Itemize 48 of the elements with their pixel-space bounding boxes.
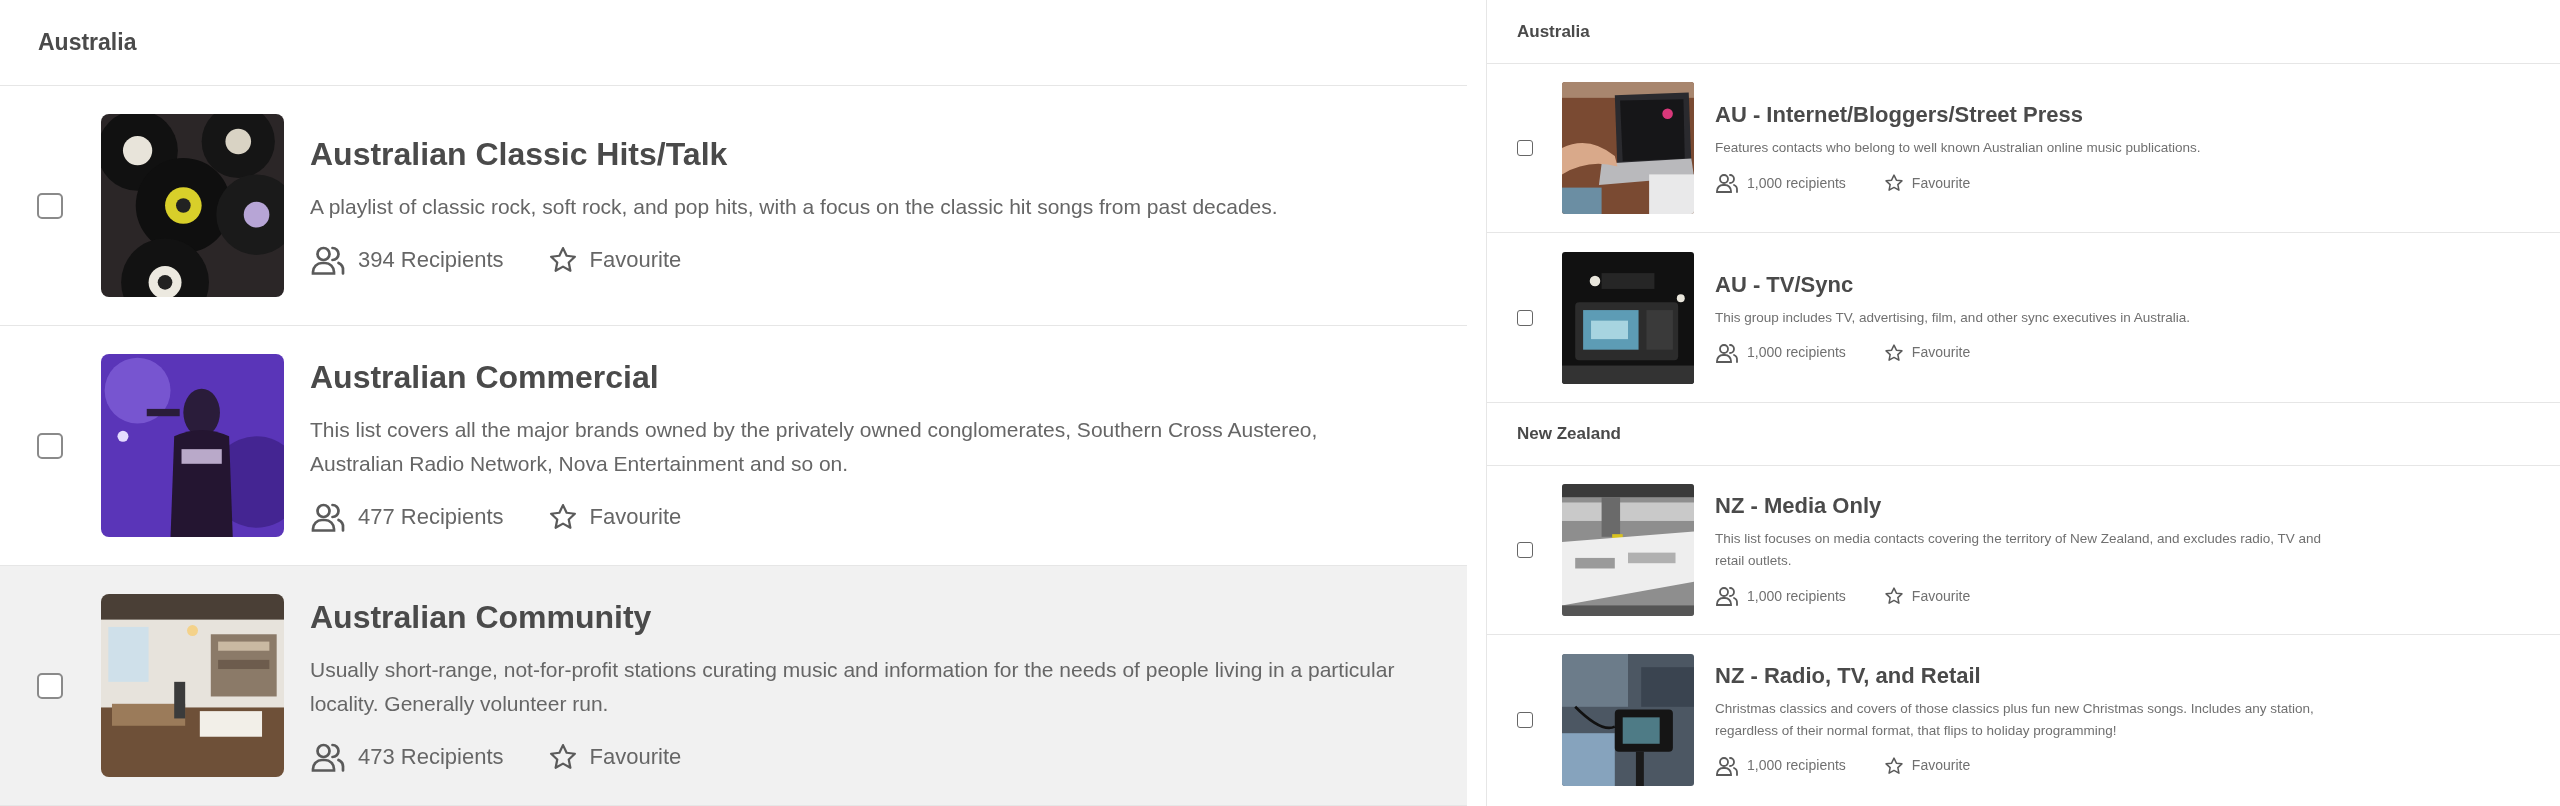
checkbox[interactable] [37,432,63,459]
favourite-button[interactable]: Favourite [1883,342,1971,363]
recipients-count: 1,000 recipients [1747,343,1846,362]
recipients-count: 1,000 recipients [1747,586,1846,606]
favourite-button[interactable]: Favourite [547,243,682,276]
recipients-count: 1,000 recipients [1747,756,1846,775]
favourite-button[interactable]: Favourite [1883,172,1971,194]
recipients-count: 477 Recipients [358,503,504,531]
users-icon [1715,584,1739,608]
list-title[interactable]: AU - TV/Sync [1715,270,1854,299]
list-row[interactable] [0,566,1467,806]
favourite-button[interactable]: Favourite [547,500,682,533]
list-description: This group includes TV, advertising, film, and other sync executives in Australia. [1715,308,2191,327]
favourite-button[interactable]: Favourite [1883,755,1971,776]
list-description: Christmas classics and covers of those classics plus fun new Christmas songs. Includes any station, regardless of their normal format, that flips to holiday programming! [1715,699,2315,740]
star-icon [547,741,578,772]
checkbox[interactable] [1517,542,1533,558]
list-description: This list covers all the major brands owned by the privately owned conglomerates, Southern Cross Austereo, Australian Radio Network, Nova Entertainment and so on. [310,416,1319,477]
list-title[interactable]: Australian Commercial [310,356,659,397]
list-title[interactable]: Australian Community [310,596,652,637]
checkbox[interactable] [1517,711,1533,728]
recipients-count: 473 Recipients [358,743,504,771]
list-description: Usually short-range, not-for-profit stations curating music and information for the needs of people living in a particular locality. Generally volunteer run. [310,656,1396,717]
star-icon [1883,173,1904,193]
checkbox[interactable] [1517,309,1533,326]
star-icon [547,501,578,532]
section-heading: New Zealand [1517,423,1621,446]
star-icon [1883,755,1904,776]
checkbox[interactable] [37,192,63,219]
users-icon [1715,171,1739,195]
favourite-button[interactable]: Favourite [547,740,682,773]
list-description: Features contacts who belong to well known Australian online music publications. [1715,139,2202,157]
list-title[interactable]: Australian Classic Hits/Talk [310,133,728,174]
star-icon [1883,342,1904,363]
recipients-count: 1,000 recipients [1747,173,1846,193]
checkbox[interactable] [37,672,63,699]
list-title[interactable]: NZ - Media Only [1715,492,1882,520]
list-description: A playlist of classic rock, soft rock, and pop hits, with a focus on the classic hit songs from past decades. [310,193,1279,220]
star-icon [547,244,578,275]
section-heading: Australia [38,28,137,58]
recipients-count: 394 Recipients [358,246,504,274]
favourite-button[interactable]: Favourite [1883,585,1971,607]
list-description: This list focuses on media contacts covering the territory of New Zealand, and excludes radio, TV and retail outlets. [1715,530,2323,570]
section-heading: Australia [1517,20,1590,43]
list-title[interactable]: AU - Internet/Bloggers/Street Press [1715,101,2083,129]
list-title[interactable]: NZ - Radio, TV, and Retail [1715,661,1981,690]
checkbox[interactable] [1517,140,1533,156]
star-icon [1883,586,1904,606]
